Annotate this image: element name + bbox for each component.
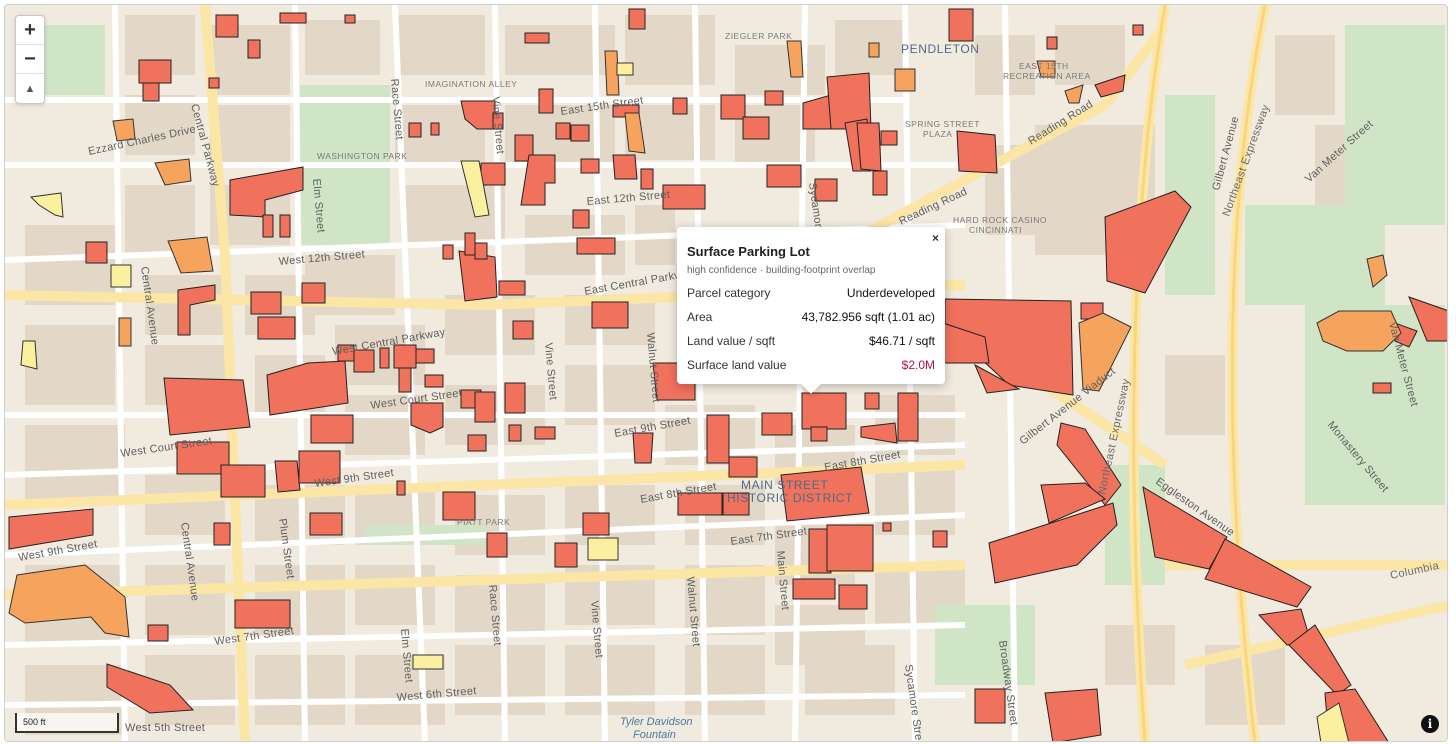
svg-text:PENDLETON: PENDLETON [901, 42, 980, 56]
popup-row-label: Parcel category [687, 286, 771, 300]
svg-text:CINCINNATI: CINCINNATI [969, 225, 1022, 235]
popup-row-value: $2.0M [901, 358, 935, 372]
popup-row: Surface land value $2.0M [687, 358, 935, 372]
svg-text:WASHINGTON PARK: WASHINGTON PARK [317, 151, 407, 161]
svg-text:RECREATION AREA: RECREATION AREA [1003, 71, 1091, 81]
popup-row-label: Land value / sqft [687, 334, 776, 348]
popup-title: Surface Parking Lot [687, 244, 810, 259]
svg-text:ZIEGLER PARK: ZIEGLER PARK [725, 31, 792, 41]
close-icon[interactable]: × [932, 231, 939, 245]
popup-row-value: Underdeveloped [846, 286, 935, 300]
svg-text:Tyler Davidson: Tyler Davidson [620, 716, 693, 728]
popup-row: Area 43,782.956 sqft (1.01 ac) [687, 310, 935, 324]
popup-row-value: 43,782.956 sqft (1.01 ac) [801, 310, 935, 324]
svg-text:West 5th Street: West 5th Street [125, 722, 205, 734]
svg-text:PIATT PARK: PIATT PARK [457, 517, 510, 527]
popup-row-label: Surface land value [687, 358, 787, 372]
zoom-out-button[interactable]: − [16, 45, 44, 74]
svg-text:EAST 15TH: EAST 15TH [1019, 61, 1069, 71]
compass-button[interactable]: ▲ [16, 74, 44, 103]
zoom-control: + − ▲ [15, 15, 45, 104]
scale-bar: 500 ft [15, 713, 119, 733]
svg-text:HISTORIC DISTRICT: HISTORIC DISTRICT [727, 491, 853, 505]
svg-text:SPRING STREET: SPRING STREET [905, 119, 980, 129]
svg-text:PLAZA: PLAZA [923, 129, 952, 139]
zoom-in-button[interactable]: + [16, 16, 44, 45]
info-icon[interactable]: i [1421, 715, 1439, 733]
popup-row: Land value / sqft $46.71 / sqft [687, 334, 935, 348]
svg-text:HARD ROCK CASINO: HARD ROCK CASINO [953, 215, 1047, 225]
popup-row-value: $46.71 / sqft [868, 334, 935, 348]
svg-text:Fountain: Fountain [633, 729, 676, 741]
svg-text:IMAGINATION ALLEY: IMAGINATION ALLEY [425, 79, 517, 89]
map-frame: PENDLETON MAIN STREET HISTORIC DISTRICT … [4, 4, 1448, 742]
popup-subtitle: high confidence · building-footprint ove… [687, 265, 876, 276]
popup-row-label: Area [687, 310, 713, 324]
parcel-popup: × Surface Parking Lot high confidence · … [677, 227, 945, 394]
svg-text:MAIN STREET: MAIN STREET [741, 478, 828, 492]
popup-row: Parcel category Underdeveloped [687, 286, 935, 300]
